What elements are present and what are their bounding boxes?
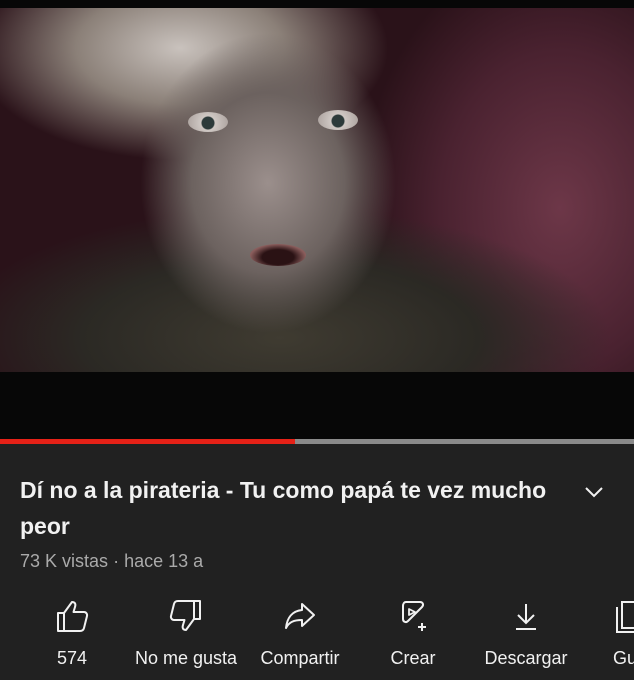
- share-icon: [285, 603, 315, 629]
- meta-separator: ·: [113, 551, 120, 571]
- video-metadata: 73 K vistas · hace 13 a: [20, 551, 203, 572]
- share-button[interactable]: Compartir: [252, 596, 348, 676]
- progress-bar[interactable]: [0, 439, 634, 444]
- save-label: Gua: [612, 648, 634, 668]
- save-icon: [616, 601, 634, 633]
- chevron-down-icon[interactable]: [582, 480, 606, 504]
- dislike-button[interactable]: No me gusta: [126, 596, 246, 676]
- like-button[interactable]: 574: [42, 596, 102, 676]
- create-icon: [402, 601, 426, 631]
- video-frame-detail: [318, 110, 358, 130]
- create-button[interactable]: Crear: [378, 596, 448, 676]
- create-label: Crear: [390, 648, 436, 668]
- dislike-label: No me gusta: [134, 648, 238, 668]
- download-icon: [516, 604, 536, 630]
- save-button[interactable]: Gua: [600, 596, 634, 676]
- video-frame-detail: [250, 244, 306, 266]
- thumbs-down-icon: [169, 600, 201, 631]
- download-button[interactable]: Descargar: [476, 596, 576, 676]
- progress-fill: [0, 439, 295, 444]
- video-frame: [0, 8, 634, 372]
- video-title: Dí no a la pirateria - Tu como papá te v…: [20, 477, 547, 539]
- upload-age: hace 13 a: [124, 551, 204, 571]
- video-player[interactable]: [0, 0, 634, 440]
- video-frame-detail: [188, 112, 228, 132]
- action-bar: 574 No me gusta Compartir Crear Descarga…: [0, 596, 634, 680]
- download-label: Descargar: [484, 648, 568, 668]
- share-label: Compartir: [260, 648, 340, 668]
- like-count: 574: [56, 648, 88, 668]
- view-count: 73 K vistas: [20, 551, 109, 571]
- thumbs-up-icon: [57, 601, 89, 632]
